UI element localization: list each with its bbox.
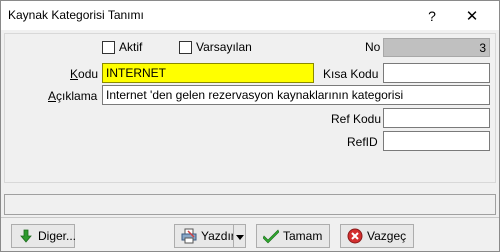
checkmark-icon (262, 228, 280, 244)
aciklama-label: Açıklama (48, 89, 98, 103)
yazdir-dropdown-button[interactable] (233, 224, 246, 248)
ref-kodu-input[interactable] (383, 108, 490, 128)
help-button[interactable]: ? (412, 1, 452, 30)
no-label: No (365, 40, 381, 54)
diger-label: Diger... (38, 229, 77, 243)
printer-icon (181, 228, 197, 244)
kisa-kodu-input[interactable] (383, 63, 490, 83)
close-button[interactable]: ✕ (452, 1, 492, 30)
kodu-input[interactable]: INTERNET (102, 63, 314, 83)
arrow-down-icon (18, 228, 34, 244)
aciklama-input[interactable]: Internet 'den gelen rezervasyon kaynakla… (102, 85, 490, 105)
aktif-checkbox[interactable] (102, 41, 115, 54)
tamam-button[interactable]: Tamam (256, 224, 330, 248)
ref-id-label: RefID (347, 135, 378, 149)
cancel-icon (347, 228, 363, 244)
ref-id-input[interactable] (383, 131, 490, 151)
vazgec-label: Vazgeç (367, 229, 407, 243)
form-panel: Aktif Varsayılan No 3 Kodu INTERNET Kısa… (4, 33, 496, 183)
aciklama-value: Internet 'den gelen rezervasyon kaynakla… (106, 88, 404, 102)
kodu-value: INTERNET (106, 66, 166, 80)
status-bar (4, 194, 496, 215)
no-value: 3 (479, 41, 486, 55)
title-bar: Kaynak Kategorisi Tanımı ? ✕ (1, 1, 499, 30)
chevron-down-icon (235, 229, 244, 243)
tamam-label: Tamam (283, 229, 323, 243)
yazdir-button[interactable]: Yazdır (174, 224, 235, 248)
kodu-label: Kodu (70, 67, 99, 81)
aktif-label: Aktif (119, 40, 143, 54)
button-bar: Diger... Yazdır Tamam Vazgeç (1, 217, 499, 252)
no-field: 3 (383, 38, 490, 57)
vazgec-button[interactable]: Vazgeç (340, 224, 414, 248)
ref-kodu-label: Ref Kodu (331, 112, 382, 126)
kisa-kodu-label: Kısa Kodu (323, 67, 379, 81)
diger-button[interactable]: Diger... (11, 224, 77, 248)
yazdir-label: Yazdır (201, 229, 235, 243)
varsayilan-checkbox[interactable] (179, 41, 192, 54)
window-title: Kaynak Kategorisi Tanımı (8, 8, 144, 22)
varsayilan-label: Varsayılan (196, 40, 252, 54)
dialog-window: Kaynak Kategorisi Tanımı ? ✕ Aktif Varsa… (0, 0, 500, 252)
